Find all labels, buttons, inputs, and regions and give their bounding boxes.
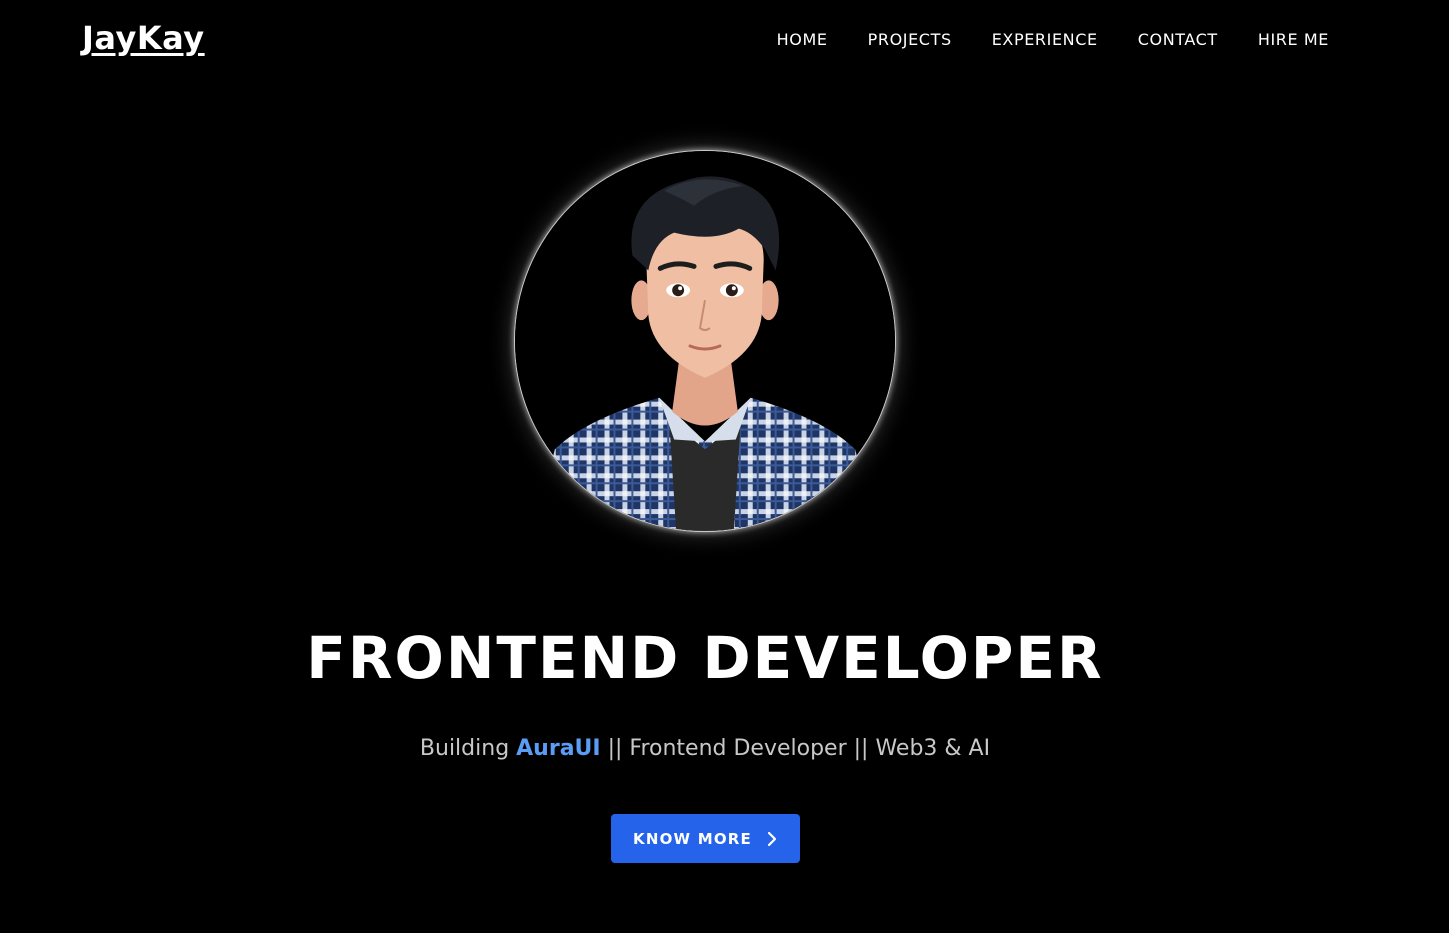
know-more-button[interactable]: KNOW MORE	[611, 814, 800, 863]
nav-projects[interactable]: PROJECTS	[868, 30, 952, 50]
main-nav: HOME PROJECTS EXPERIENCE CONTACT HIRE ME	[777, 30, 1329, 50]
hero-headline: FRONTEND DEVELOPER	[306, 624, 1104, 692]
tagline-prefix: Building	[419, 736, 517, 761]
nav-experience[interactable]: EXPERIENCE	[992, 30, 1098, 50]
hero-tagline: Building AuraUI || Frontend Developer ||…	[0, 734, 1410, 764]
avatar-illustration	[515, 151, 895, 531]
nav-contact[interactable]: CONTACT	[1138, 30, 1218, 50]
profile-avatar	[514, 150, 896, 532]
page: JayKay HOME PROJECTS EXPERIENCE CONTACT …	[0, 0, 1449, 933]
tagline-suffix: || Frontend Developer || Web3 & AI	[600, 736, 991, 761]
nav-home[interactable]: HOME	[777, 30, 828, 50]
know-more-label: KNOW MORE	[633, 829, 752, 848]
site-logo[interactable]: JayKay	[82, 19, 205, 57]
nav-hire-me[interactable]: HIRE ME	[1258, 30, 1329, 50]
chevron-right-icon	[767, 831, 777, 846]
tagline-highlight: AuraUI	[516, 736, 601, 761]
